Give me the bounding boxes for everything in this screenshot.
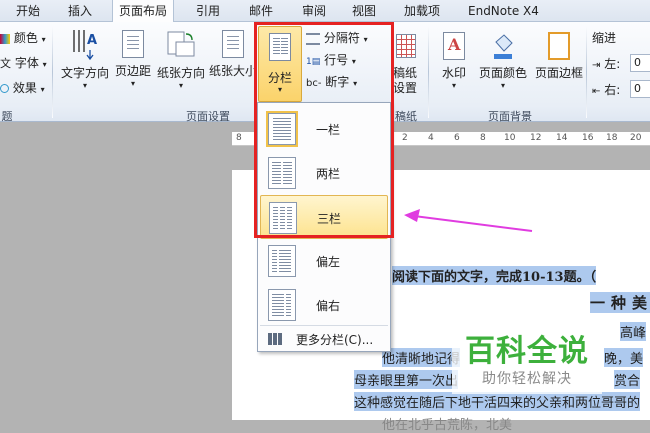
- line-numbers-button[interactable]: 1▤ 行号 ▾: [306, 50, 356, 70]
- page-background-group-label: 页面背景: [488, 110, 532, 123]
- tab-review[interactable]: 审阅: [296, 0, 332, 22]
- doc-line: 母亲眼里第一次出: [354, 370, 459, 389]
- effects-icon: [0, 84, 9, 93]
- fonts-icon: 文: [0, 57, 11, 70]
- dropdown-arrow-icon: ▾: [82, 81, 87, 90]
- doc-line: 他清晰地记得: [382, 348, 461, 367]
- text-direction-button[interactable]: A 文字方向 ▾: [58, 26, 112, 104]
- draft-group-label: 稿纸: [395, 110, 417, 123]
- hyphenation-icon: bc-: [306, 78, 322, 89]
- ribbon-tab-bar: 开始 插入 页面布局 引用 邮件 审阅 视图 加载项 EndNote X4: [0, 0, 650, 22]
- paint-bucket-icon: [492, 32, 514, 60]
- colors-icon: [0, 33, 10, 44]
- doc-line: 这种感觉在随后下地干活四来的父亲和两位哥哥的: [354, 392, 641, 411]
- page-borders-button[interactable]: 页面边框: [532, 26, 586, 104]
- theme-effects-button[interactable]: 效果 ▾: [0, 78, 45, 98]
- indent-right-input[interactable]: 0: [630, 80, 650, 98]
- left-column-icon: [268, 245, 296, 277]
- indent-right-icon: ⇤: [592, 86, 601, 97]
- two-columns-icon: [268, 157, 296, 189]
- one-column-icon: [268, 113, 296, 145]
- dropdown-arrow-icon: ▾: [351, 57, 356, 66]
- tab-home[interactable]: 开始: [10, 0, 46, 22]
- text-direction-icon: A: [70, 28, 100, 62]
- page-size-icon: [222, 30, 244, 58]
- tab-mailings[interactable]: 邮件: [243, 0, 279, 22]
- separator: [586, 26, 587, 118]
- doc-line: 他在北乎古荒陈，北美: [382, 418, 513, 433]
- menu-item-two-columns[interactable]: 两栏: [260, 151, 388, 195]
- doc-line: 阅读下面的文字，完成10-13题。（: [392, 266, 597, 285]
- indent-label: 缩进: [592, 31, 617, 45]
- line-numbers-icon: 1▤: [306, 57, 321, 67]
- dropdown-arrow-icon: ▾: [500, 81, 505, 90]
- page-borders-icon: [548, 32, 570, 60]
- page-color-button[interactable]: 页面颜色 ▾: [476, 26, 530, 104]
- watermark-icon: A: [443, 32, 465, 60]
- indent-left: ⇥ 左:: [592, 57, 621, 71]
- page-setup-group-label: 页面设置: [186, 110, 230, 123]
- dropdown-arrow-icon: ▾: [353, 79, 358, 88]
- menu-item-one-column[interactable]: 一栏: [260, 107, 388, 151]
- dropdown-arrow-icon: ▾: [40, 85, 45, 94]
- dropdown-arrow-icon: ▾: [178, 81, 183, 90]
- svg-text:A: A: [87, 33, 97, 48]
- dropdown-arrow-icon: ▾: [42, 60, 47, 69]
- menu-item-three-columns[interactable]: 三栏: [260, 195, 388, 239]
- orientation-icon: [166, 30, 196, 62]
- columns-dropdown-menu: 一栏 两栏 三栏 偏左 偏右 更多分栏(C)...: [257, 102, 391, 352]
- tab-page-layout[interactable]: 页面布局: [112, 0, 175, 22]
- right-column-icon: [268, 289, 296, 321]
- menu-item-more-columns[interactable]: 更多分栏(C)...: [260, 329, 388, 349]
- themes-group-label: 题: [1, 110, 13, 123]
- doc-line: 一种美: [590, 292, 650, 313]
- dropdown-arrow-icon: ▾: [130, 79, 135, 88]
- watermark-button[interactable]: A 水印 ▾: [436, 26, 472, 104]
- indent-right: ⇤ 右:: [592, 83, 621, 97]
- watermark-logo: 百科全说 助你轻松解决: [452, 320, 602, 394]
- tab-view[interactable]: 视图: [346, 0, 382, 22]
- dropdown-arrow-icon: ▾: [277, 85, 282, 94]
- tab-endnote[interactable]: EndNote X4: [462, 0, 545, 22]
- doc-line: 高峰: [620, 322, 647, 341]
- pointer-arrow-icon: [404, 209, 533, 232]
- draft-paper-icon: [396, 34, 416, 58]
- breaks-icon: [306, 32, 320, 45]
- three-columns-icon: [269, 202, 297, 234]
- tab-references[interactable]: 引用: [190, 0, 226, 22]
- separator: [428, 26, 429, 118]
- tab-insert[interactable]: 插入: [62, 0, 98, 22]
- columns-button[interactable]: 分栏 ▾: [258, 26, 302, 102]
- theme-fonts-button[interactable]: 文 字体 ▾: [0, 53, 47, 73]
- tab-add-ins[interactable]: 加载项: [398, 0, 446, 22]
- margins-icon: [122, 30, 144, 58]
- doc-line: 晚，美: [604, 348, 644, 367]
- more-columns-icon: [268, 333, 282, 345]
- theme-colors-button[interactable]: 颜色 ▾: [0, 28, 46, 48]
- orientation-button[interactable]: 纸张方向 ▾: [156, 26, 206, 104]
- size-button[interactable]: 纸张大小: [208, 26, 258, 104]
- draft-paper-button[interactable]: 稿纸 设置: [390, 26, 420, 104]
- indent-left-icon: ⇥: [592, 60, 601, 71]
- breaks-button[interactable]: 分隔符 ▾: [306, 28, 368, 48]
- margins-button[interactable]: 页边距 ▾: [113, 26, 153, 104]
- dropdown-arrow-icon: ▾: [363, 35, 368, 44]
- columns-icon: [269, 33, 291, 61]
- indent-left-input[interactable]: 0: [630, 54, 650, 72]
- menu-item-left[interactable]: 偏左: [260, 239, 388, 283]
- separator: [52, 26, 53, 118]
- dropdown-arrow-icon: ▾: [451, 81, 456, 90]
- menu-divider: [260, 325, 388, 326]
- hyphenation-button[interactable]: bc- 断字 ▾: [306, 72, 357, 92]
- dropdown-arrow-icon: ▾: [41, 35, 46, 44]
- doc-line: 赏合: [614, 370, 641, 389]
- menu-item-right[interactable]: 偏右: [260, 283, 388, 327]
